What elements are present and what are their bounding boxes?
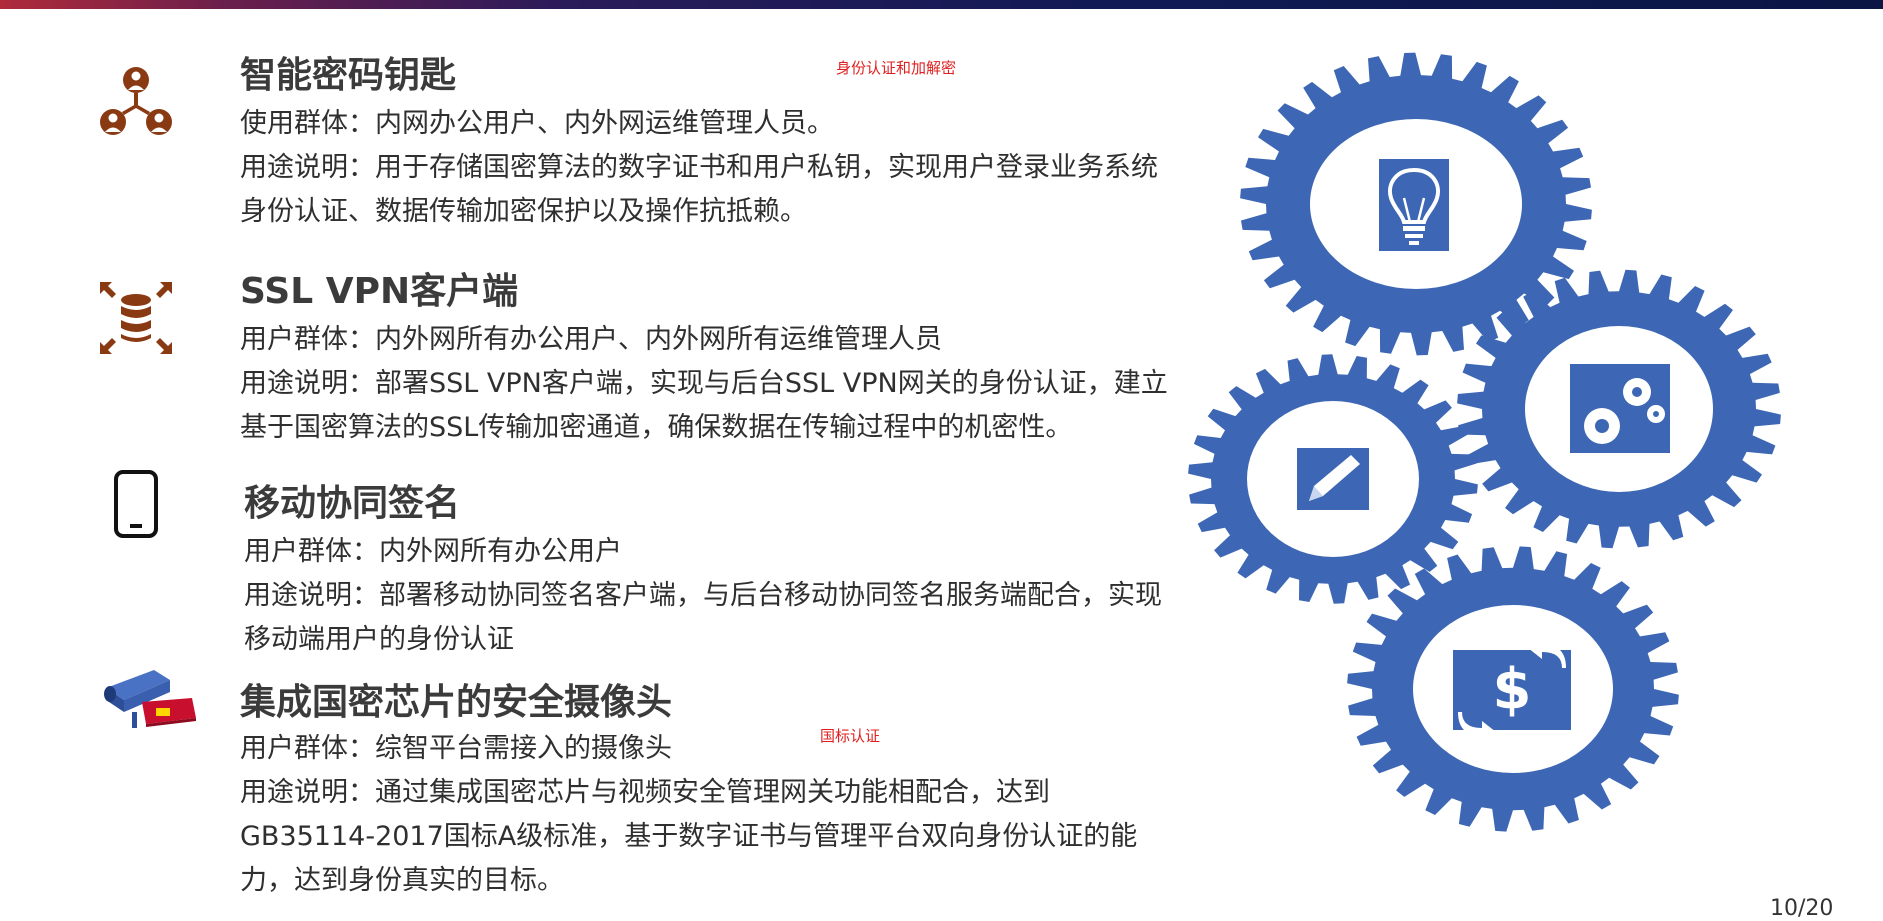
note-national-cert: 国标认证 [820,727,881,745]
settings-gears-icon [1570,364,1670,453]
user-group-text: 用户群体：内外网所有办公用户、内外网所有运维管理人员 [240,324,942,355]
gears-illustration: $ [1180,40,1800,840]
lightbulb-icon [1379,159,1449,251]
user-group-text: 使用群体：内网办公用户、内外网运维管理人员。 [240,108,834,139]
note-auth-encrypt: 身份认证和加解密 [836,59,957,77]
section-title: 智能密码钥匙 [240,55,457,96]
mobile-phone-icon [96,464,176,544]
purpose-text: 用途说明：用于存储国密算法的数字证书和用户私钥，实现用户登录业务系统身份认证、数… [240,152,1158,227]
section-body: 用户群体：综智平台需接入的摄像头 用途说明：通过集成国密芯片与视频安全管理网关功… [240,727,1170,903]
top-banner [0,0,1883,9]
page-number: 10/20 [1770,896,1834,921]
database-expand-icon [96,278,176,358]
user-hierarchy-icon [96,60,176,140]
user-group-text: 用户群体：内外网所有办公用户 [244,536,622,567]
security-camera-icon [96,658,200,730]
pencil-icon [1297,448,1369,510]
section-title: 移动协同签名 [244,483,461,524]
purpose-text: 用途说明：通过集成国密芯片与视频安全管理网关功能相配合，达到GB35114-20… [240,777,1138,896]
section-body: 使用群体：内网办公用户、内外网运维管理人员。 用途说明：用于存储国密算法的数字证… [240,102,1175,234]
purpose-text: 用途说明：部署移动协同签名客户端，与后台移动协同签名服务端配合，实现移动端用户的… [244,580,1162,655]
purpose-text: 用途说明：部署SSL VPN客户端，实现与后台SSL VPN网关的身份认证，建立… [240,368,1168,443]
user-group-text: 用户群体：综智平台需接入的摄像头 [240,733,672,764]
section-title: 集成国密芯片的安全摄像头 [240,682,673,723]
section-body: 用户群体：内外网所有办公用户、内外网所有运维管理人员 用途说明：部署SSL VP… [240,318,1175,450]
section-body: 用户群体：内外网所有办公用户 用途说明：部署移动协同签名客户端，与后台移动协同签… [244,530,1175,662]
svg-text:$: $ [1493,657,1532,722]
dollar-exchange-icon: $ [1453,637,1571,743]
section-title: SSL VPN客户端 [240,271,519,312]
